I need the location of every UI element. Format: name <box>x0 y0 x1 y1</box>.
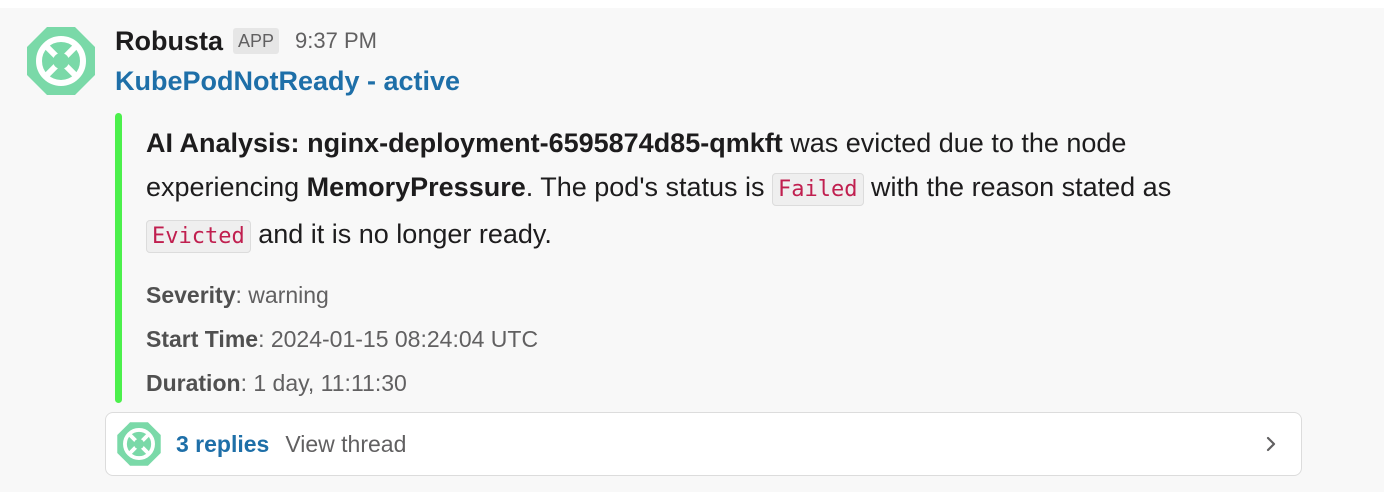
chevron-right-icon[interactable] <box>1265 431 1279 457</box>
duration-field: Duration: 1 day, 11:11:30 <box>146 361 538 405</box>
analysis-text-4: and it is no longer ready. <box>250 219 552 249</box>
memory-pressure: MemoryPressure <box>306 172 526 202</box>
message-header: Robusta APP 9:37 PM <box>115 24 377 58</box>
reason-code: Evicted <box>146 220 251 253</box>
field-label: Severity <box>146 282 236 308</box>
pod-name: nginx-deployment-6595874d85-qmkft <box>307 128 783 158</box>
sender-name[interactable]: Robusta <box>115 26 223 57</box>
ai-analysis-text: AI Analysis: nginx-deployment-6595874d85… <box>146 121 1266 259</box>
robusta-logo-icon <box>117 422 161 466</box>
analysis-text-3: with the reason stated as <box>863 172 1172 202</box>
replies-count-link[interactable]: 3 replies <box>176 431 269 458</box>
alert-fields: Severity: warning Start Time: 2024-01-15… <box>146 273 538 405</box>
robusta-logo-icon[interactable] <box>25 25 97 97</box>
alert-attachment: AI Analysis: nginx-deployment-6595874d85… <box>115 113 1265 403</box>
ai-analysis-label: AI Analysis: <box>146 128 300 158</box>
message-timestamp[interactable]: 9:37 PM <box>295 28 377 54</box>
field-label: Start Time <box>146 326 259 352</box>
alert-title-link[interactable]: KubePodNotReady - active <box>115 66 460 97</box>
view-thread-bar[interactable]: 3 replies View thread <box>105 412 1302 476</box>
field-value: : 1 day, 11:11:30 <box>240 370 407 396</box>
message: Robusta APP 9:37 PM KubePodNotReady - ac… <box>0 8 1384 492</box>
attachment-color-bar <box>115 113 122 403</box>
severity-field: Severity: warning <box>146 273 538 317</box>
start-time-field: Start Time: 2024-01-15 08:24:04 UTC <box>146 317 538 361</box>
app-badge: APP <box>233 28 280 54</box>
field-value: : 2024-01-15 08:24:04 UTC <box>258 326 539 352</box>
status-code: Failed <box>772 173 864 206</box>
analysis-text-2: . The pod's status is <box>525 172 773 202</box>
field-value: : warning <box>235 282 329 308</box>
field-label: Duration <box>146 370 241 396</box>
view-thread-label[interactable]: View thread <box>285 431 406 458</box>
